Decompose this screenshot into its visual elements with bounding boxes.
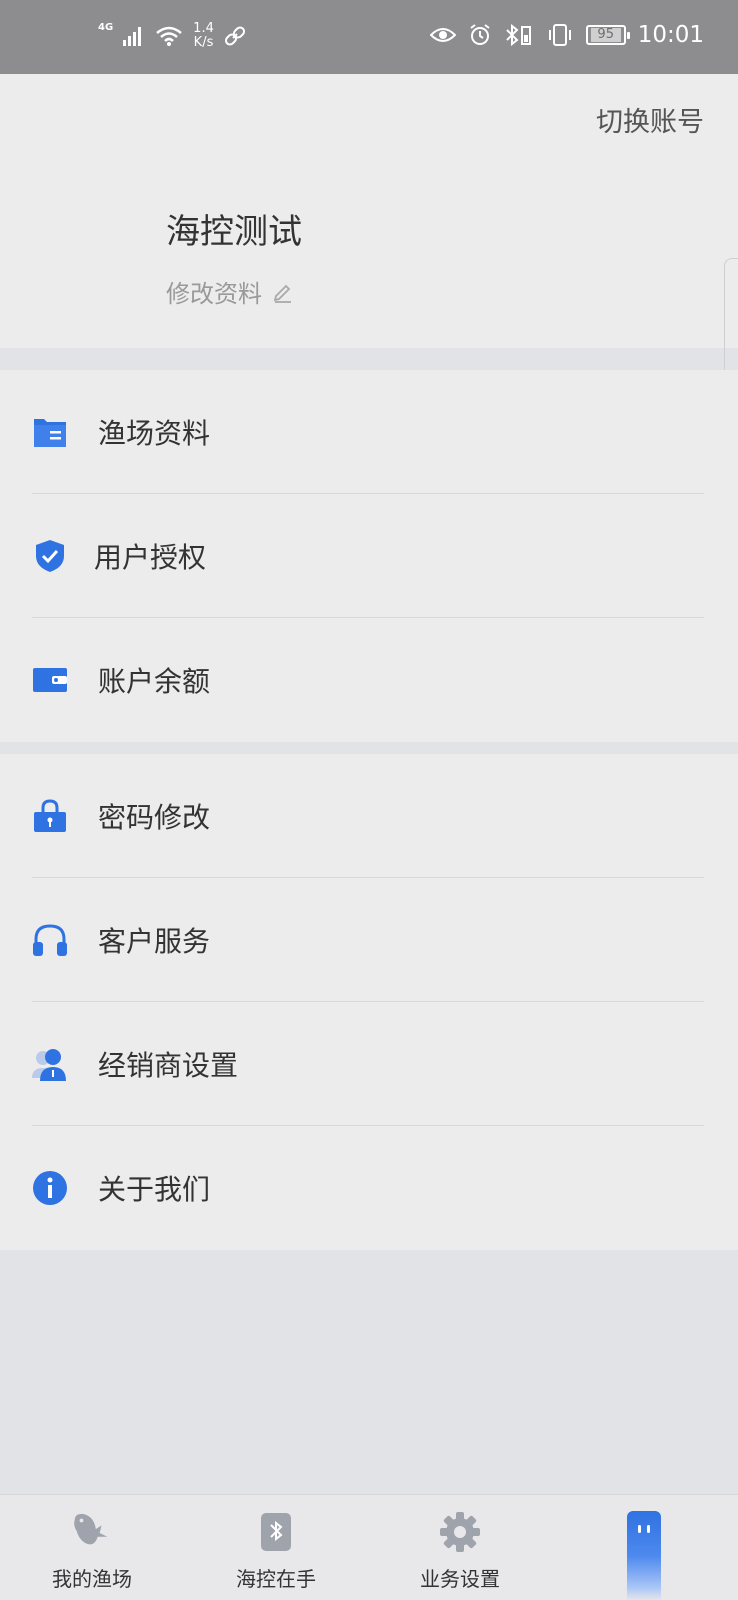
network-type: 4G: [98, 22, 114, 33]
speed-unit: K/s: [193, 35, 214, 50]
menu-item-dealer-settings[interactable]: 经销商设置: [0, 1002, 738, 1126]
battery-icon: 95: [585, 25, 630, 45]
tab-my-fishery[interactable]: 我的渔场: [0, 1495, 184, 1600]
tab-label: 我的渔场: [52, 1567, 132, 1591]
bottom-tab-bar: 我的渔场 海控在手 业务设置: [0, 1494, 738, 1600]
menu-label: 用户授权: [94, 541, 207, 574]
profile-name: 海控测试: [166, 212, 302, 252]
tab-business-settings[interactable]: 业务设置: [368, 1495, 552, 1600]
status-right: 95 10:01: [429, 22, 704, 48]
info-icon: [32, 1170, 68, 1206]
menu-item-change-password[interactable]: 密码修改: [0, 754, 738, 878]
menu-label: 客户服务: [98, 925, 211, 958]
bluetooth-battery-icon: [505, 23, 531, 47]
signal-icon: [123, 27, 142, 46]
tab-label: 海控在手: [236, 1567, 316, 1591]
menu-item-about-us[interactable]: 关于我们: [0, 1126, 738, 1250]
menu-group-settings: 密码修改 客户服务 经销商设置 关于我们: [0, 754, 738, 1250]
profile-tab-icon: [627, 1511, 661, 1600]
status-bar: 4G 1.4 K/s 95 10:01: [0, 0, 738, 74]
headset-icon: [32, 922, 68, 958]
menu-item-fishery-info[interactable]: 渔场资料: [0, 370, 738, 494]
vibrate-icon: [548, 24, 571, 46]
pencil-icon: [273, 284, 291, 303]
edit-profile-label: 修改资料: [166, 280, 262, 308]
menu-label: 关于我们: [98, 1173, 211, 1206]
gear-icon: [439, 1511, 481, 1553]
menu-label: 账户余额: [98, 665, 211, 698]
link-icon: [224, 26, 245, 46]
speed-value: 1.4: [193, 21, 214, 36]
profile-header: 切换账号 海控测试 修改资料: [0, 74, 738, 348]
fish-icon: [71, 1511, 113, 1553]
lock-icon: [32, 798, 68, 834]
edit-profile-link[interactable]: 修改资料: [166, 274, 294, 309]
shield-check-icon: [32, 538, 68, 574]
menu-label: 密码修改: [98, 801, 211, 834]
dealer-icon: [32, 1046, 68, 1082]
battery-level: 95: [590, 28, 621, 42]
status-left: 4G 1.4 K/s: [98, 22, 246, 50]
wallet-icon: [32, 662, 68, 698]
tab-profile[interactable]: [552, 1495, 736, 1600]
tab-label: 业务设置: [420, 1567, 500, 1591]
menu-item-account-balance[interactable]: 账户余额: [0, 618, 738, 742]
menu-item-user-authorization[interactable]: 用户授权: [0, 494, 738, 618]
alarm-icon: [470, 24, 490, 45]
tab-haikong-handheld[interactable]: 海控在手: [184, 1495, 368, 1600]
eye-icon: [429, 28, 456, 42]
menu-label: 渔场资料: [98, 417, 211, 450]
switch-account-button[interactable]: 切换账号: [596, 100, 704, 139]
wifi-icon: [156, 26, 182, 46]
network-speed: 1.4 K/s: [193, 22, 214, 50]
folder-icon: [32, 414, 68, 450]
bluetooth-phone-icon: [255, 1511, 297, 1553]
clock: 10:01: [637, 22, 704, 48]
menu-item-customer-service[interactable]: 客户服务: [0, 878, 738, 1002]
menu-group-account: 渔场资料 用户授权 账户余额: [0, 370, 738, 742]
menu-label: 经销商设置: [98, 1049, 239, 1082]
